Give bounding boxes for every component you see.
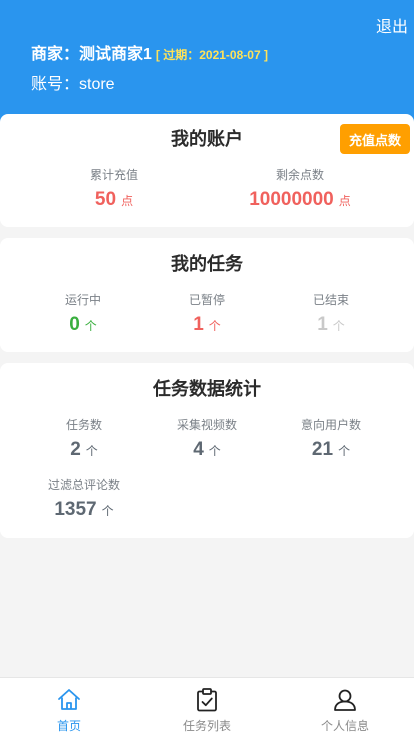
stat-value: 0 xyxy=(69,314,80,335)
stat-value: 50 xyxy=(94,189,117,210)
stat-value: 21 xyxy=(311,439,334,460)
stat-value: 1357 xyxy=(54,499,97,520)
stat-value: 2 xyxy=(70,439,81,460)
merchant-name: 商家：测试商家1 xyxy=(31,46,152,63)
stat-label: 已暂停 xyxy=(188,293,225,307)
tab-label: 首页 xyxy=(56,719,81,733)
stat-ended[interactable]: 已结束 1个 xyxy=(291,291,371,336)
task-stats-card: 任务数据统计 任务数 2个 采集视频数 4个 意向用户数 21 个 过滤总评论数 … xyxy=(0,363,414,538)
expire-date: [ 过期：2021-08-07 ] xyxy=(155,48,268,62)
stat-unit: 点 xyxy=(338,194,351,208)
stat-value: 1 xyxy=(193,314,204,335)
stat-value: 4 xyxy=(193,439,204,460)
stat-label: 过滤总评论数 xyxy=(47,478,120,492)
tasks-card-title: 我的任务 xyxy=(171,254,243,274)
stat-label: 已结束 xyxy=(312,293,349,307)
stat-running[interactable]: 运行中 0个 xyxy=(43,291,123,336)
stat-unit: 个 xyxy=(208,444,221,458)
stat-paused[interactable]: 已暂停 1个 xyxy=(167,291,247,336)
stat-unit: 点 xyxy=(121,194,134,208)
stat-label: 任务数 xyxy=(65,418,102,432)
tab-task-list[interactable]: 任务列表 xyxy=(138,678,276,736)
logout-button[interactable]: 退出 xyxy=(376,13,408,37)
stat-value: 1 xyxy=(317,314,328,335)
stat-video-count: 采集视频数 4个 xyxy=(157,416,257,461)
stat-unit: 个 xyxy=(84,319,97,333)
stat-unit: 个 xyxy=(208,319,221,333)
tab-label: 个人信息 xyxy=(320,719,369,733)
stat-label: 剩余点数 xyxy=(275,168,324,182)
tab-label: 任务列表 xyxy=(182,719,231,733)
stat-label: 采集视频数 xyxy=(176,418,237,432)
stat-label: 意向用户数 xyxy=(300,418,361,432)
stat-task-count: 任务数 2个 xyxy=(34,416,134,461)
home-icon xyxy=(58,689,80,710)
task-stats-card-title: 任务数据统计 xyxy=(153,379,261,399)
bottom-tab-bar: 首页 任务列表 个人信息 xyxy=(0,677,414,736)
tab-profile[interactable]: 个人信息 xyxy=(276,678,414,736)
tab-home[interactable]: 首页 xyxy=(0,678,138,736)
stat-remaining-points: 剩余点数 10000000 点 xyxy=(225,166,375,211)
account-card: 我的账户 充值点数 累计充值 50 点 剩余点数 10000000 点 xyxy=(0,114,414,227)
stat-unit: 个 xyxy=(338,444,351,458)
user-icon xyxy=(334,689,356,711)
stat-label: 运行中 xyxy=(64,293,101,307)
stat-filtered-comments: 过滤总评论数 1357 个 xyxy=(34,476,134,521)
account-info: 账号：store xyxy=(31,76,115,93)
clipboard-check-icon xyxy=(197,688,217,712)
tasks-card: 我的任务 运行中 0个 已暂停 1个 已结束 1个 xyxy=(0,238,414,352)
recharge-button[interactable]: 充值点数 xyxy=(340,124,410,154)
stat-value: 10000000 xyxy=(249,189,334,210)
stat-unit: 个 xyxy=(85,444,98,458)
stat-unit: 个 xyxy=(332,319,345,333)
stat-unit: 个 xyxy=(101,504,114,518)
stat-intent-users: 意向用户数 21 个 xyxy=(281,416,381,461)
stat-total-recharge: 累计充值 50 点 xyxy=(64,166,164,211)
merchant-info: 商家：测试商家1[ 过期：2021-08-07 ] xyxy=(31,40,268,64)
stat-label: 累计充值 xyxy=(89,168,138,182)
